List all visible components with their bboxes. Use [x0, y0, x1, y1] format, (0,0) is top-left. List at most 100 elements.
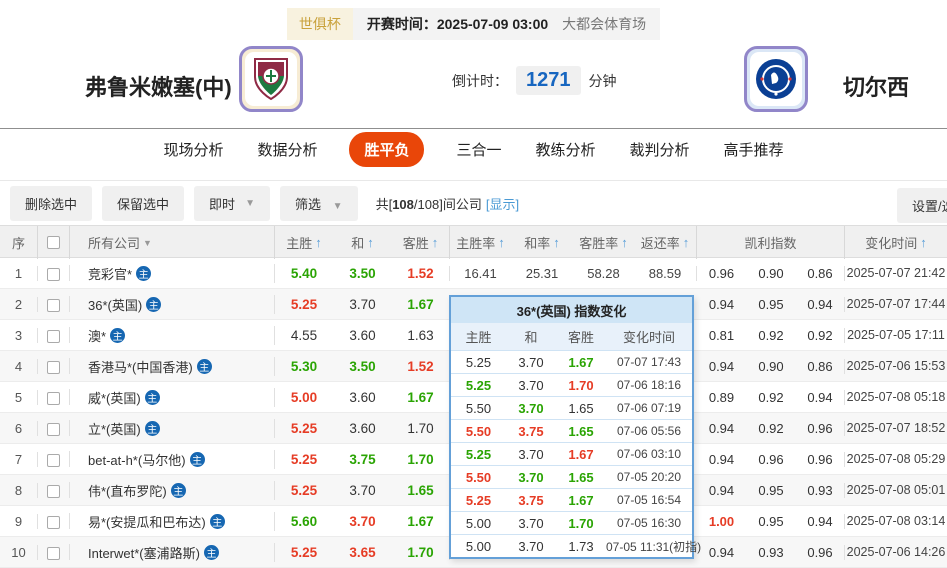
- keep-selected-button[interactable]: 保留选中: [102, 185, 185, 221]
- col-time-header[interactable]: 变化时间 ↑: [845, 226, 947, 259]
- popup-row: 5.50 3.75 1.65 07-06 05:56: [451, 419, 692, 442]
- company-cell[interactable]: 澳* 主: [70, 325, 275, 345]
- col-company-header[interactable]: 所有公司 ▼: [70, 226, 275, 259]
- tab-高手推荐[interactable]: 高手推荐: [722, 132, 786, 167]
- company-cell[interactable]: 36*(英国) 主: [70, 294, 275, 314]
- popup-change-time: 07-06 18:16: [616, 378, 682, 392]
- odds-time-dropdown[interactable]: 即时 ▼: [194, 185, 271, 221]
- settings-select-button[interactable]: 设置/选择: [897, 188, 947, 223]
- tab-裁判分析[interactable]: 裁判分析: [628, 132, 692, 167]
- row-checkbox[interactable]: [47, 267, 60, 281]
- sort-asc-icon[interactable]: ↑: [683, 235, 690, 250]
- away-odds: 1.70: [392, 420, 450, 436]
- sort-asc-icon[interactable]: ↑: [432, 235, 439, 250]
- company-cell[interactable]: 香港马*(中国香港) 主: [70, 356, 275, 376]
- main-company-icon: 主: [144, 420, 160, 436]
- row-checkbox[interactable]: [47, 515, 60, 529]
- kelly-draw: 0.93: [758, 544, 784, 560]
- kelly-home: 0.94: [708, 358, 735, 374]
- show-link[interactable]: [显示]: [486, 197, 519, 212]
- kelly-draw: 0.92: [758, 389, 784, 405]
- select-all-checkbox[interactable]: [47, 236, 60, 249]
- col-home-rate-header[interactable]: 主胜率 ↑: [450, 226, 511, 259]
- company-cell[interactable]: 易*(安提瓜和巴布达) 主: [70, 511, 275, 531]
- sort-asc-icon[interactable]: ↑: [498, 235, 505, 250]
- sort-asc-icon[interactable]: ↑: [367, 235, 374, 250]
- popup-home-odds: 5.25: [465, 354, 492, 370]
- popup-draw-odds: 3.70: [518, 377, 544, 393]
- tab-教练分析[interactable]: 教练分析: [534, 132, 598, 167]
- odds-time-dropdown-value: 即时: [209, 196, 236, 212]
- away-rate: 58.28: [587, 265, 620, 281]
- row-checkbox[interactable]: [47, 422, 60, 436]
- away-odds: 1.67: [392, 389, 450, 405]
- row-checkbox[interactable]: [47, 453, 60, 467]
- popup-row: 5.00 3.70 1.70 07-05 16:30: [451, 511, 692, 534]
- company-cell[interactable]: 立*(英国) 主: [70, 418, 275, 438]
- sort-asc-icon[interactable]: ↑: [315, 235, 322, 250]
- company-name: 易*(安提瓜和巴布达): [88, 514, 206, 530]
- col-draw-header[interactable]: 和 ↑: [333, 226, 392, 259]
- company-name: 竞彩官*: [88, 266, 133, 282]
- tab-胜平负[interactable]: 胜平负: [349, 132, 425, 167]
- company-name: 立*(英国): [88, 421, 141, 437]
- col-home-header[interactable]: 主胜 ↑: [275, 226, 333, 259]
- col-draw-rate-header[interactable]: 和率 ↑: [511, 226, 573, 259]
- row-checkbox-cell: [38, 389, 70, 405]
- company-cell[interactable]: 威*(英国) 主: [70, 387, 275, 407]
- col-away-header[interactable]: 客胜 ↑: [392, 226, 450, 259]
- company-cell[interactable]: 伟*(直布罗陀) 主: [70, 480, 275, 500]
- row-checkbox[interactable]: [47, 391, 60, 405]
- popup-change-time: 07-07 17:43: [616, 355, 682, 369]
- kelly-home: 0.94: [708, 296, 735, 312]
- company-cell[interactable]: Interwet*(塞浦路斯) 主: [70, 542, 275, 562]
- home-odds: 5.60: [290, 513, 318, 529]
- toolbar: 删除选中 保留选中 即时 ▼ 筛选 ▼ 共[108/108]间公司 [显示] 设置…: [0, 180, 947, 225]
- tab-三合一[interactable]: 三合一: [454, 132, 503, 167]
- sort-asc-icon[interactable]: ↑: [553, 235, 560, 250]
- draw-odds: 3.50: [349, 358, 376, 374]
- popup-title: 36*(英国) 指数变化: [451, 297, 692, 323]
- tab-现场分析[interactable]: 现场分析: [161, 132, 225, 167]
- row-index: 6: [0, 420, 38, 436]
- popup-away-odds: 1.65: [568, 469, 594, 485]
- main-company-icon: 主: [196, 358, 212, 374]
- company-cell[interactable]: 竞彩官* 主: [70, 263, 275, 283]
- kelly-draw: 0.92: [758, 420, 784, 436]
- draw-rate: 25.31: [525, 265, 559, 281]
- filter-dropdown[interactable]: 筛选 ▼: [280, 185, 358, 221]
- company-cell[interactable]: bet-at-h*(马尔他) 主: [70, 449, 275, 469]
- row-checkbox[interactable]: [47, 329, 60, 343]
- draw-odds: 3.70: [349, 513, 376, 529]
- popup-change-time: 07-05 11:31(初指): [606, 539, 702, 554]
- popup-col-time: 变化时间: [622, 330, 675, 345]
- sort-asc-icon[interactable]: ↑: [920, 235, 927, 250]
- countdown-unit: 分钟: [588, 72, 617, 89]
- popup-change-time: 07-06 05:56: [616, 424, 682, 438]
- row-checkbox[interactable]: [47, 546, 60, 560]
- venue-name: 大都会体育场: [562, 16, 647, 32]
- col-away-rate-header[interactable]: 客胜率 ↑: [573, 226, 634, 259]
- tab-数据分析[interactable]: 数据分析: [255, 132, 319, 167]
- draw-odds: 3.60: [349, 420, 376, 436]
- popup-away-odds: 1.70: [568, 377, 594, 393]
- kelly-draw: 0.92: [758, 327, 784, 343]
- col-return-rate-header[interactable]: 返还率 ↑: [634, 226, 697, 259]
- row-checkbox[interactable]: [47, 484, 60, 498]
- kelly-home: 1.00: [708, 513, 735, 529]
- popup-home-odds: 5.50: [465, 469, 492, 485]
- company-filter-icon[interactable]: ▼: [143, 238, 152, 248]
- row-checkbox[interactable]: [47, 298, 60, 312]
- sort-asc-icon[interactable]: ↑: [621, 235, 628, 250]
- company-name: bet-at-h*(马尔他): [88, 452, 186, 468]
- row-checkbox[interactable]: [47, 360, 60, 374]
- row-checkbox-cell: [38, 327, 70, 343]
- popup-home-odds: 5.25: [465, 446, 492, 462]
- away-odds: 1.70: [392, 544, 450, 560]
- popup-col-home: 主胜: [465, 330, 492, 345]
- filter-dropdown-label: 筛选: [295, 196, 322, 212]
- delete-selected-button[interactable]: 删除选中: [10, 185, 93, 221]
- kelly-away: 0.96: [796, 451, 845, 467]
- popup-header: 主胜 和 客胜 变化时间: [451, 323, 692, 350]
- popup-home-odds: 5.50: [465, 423, 492, 439]
